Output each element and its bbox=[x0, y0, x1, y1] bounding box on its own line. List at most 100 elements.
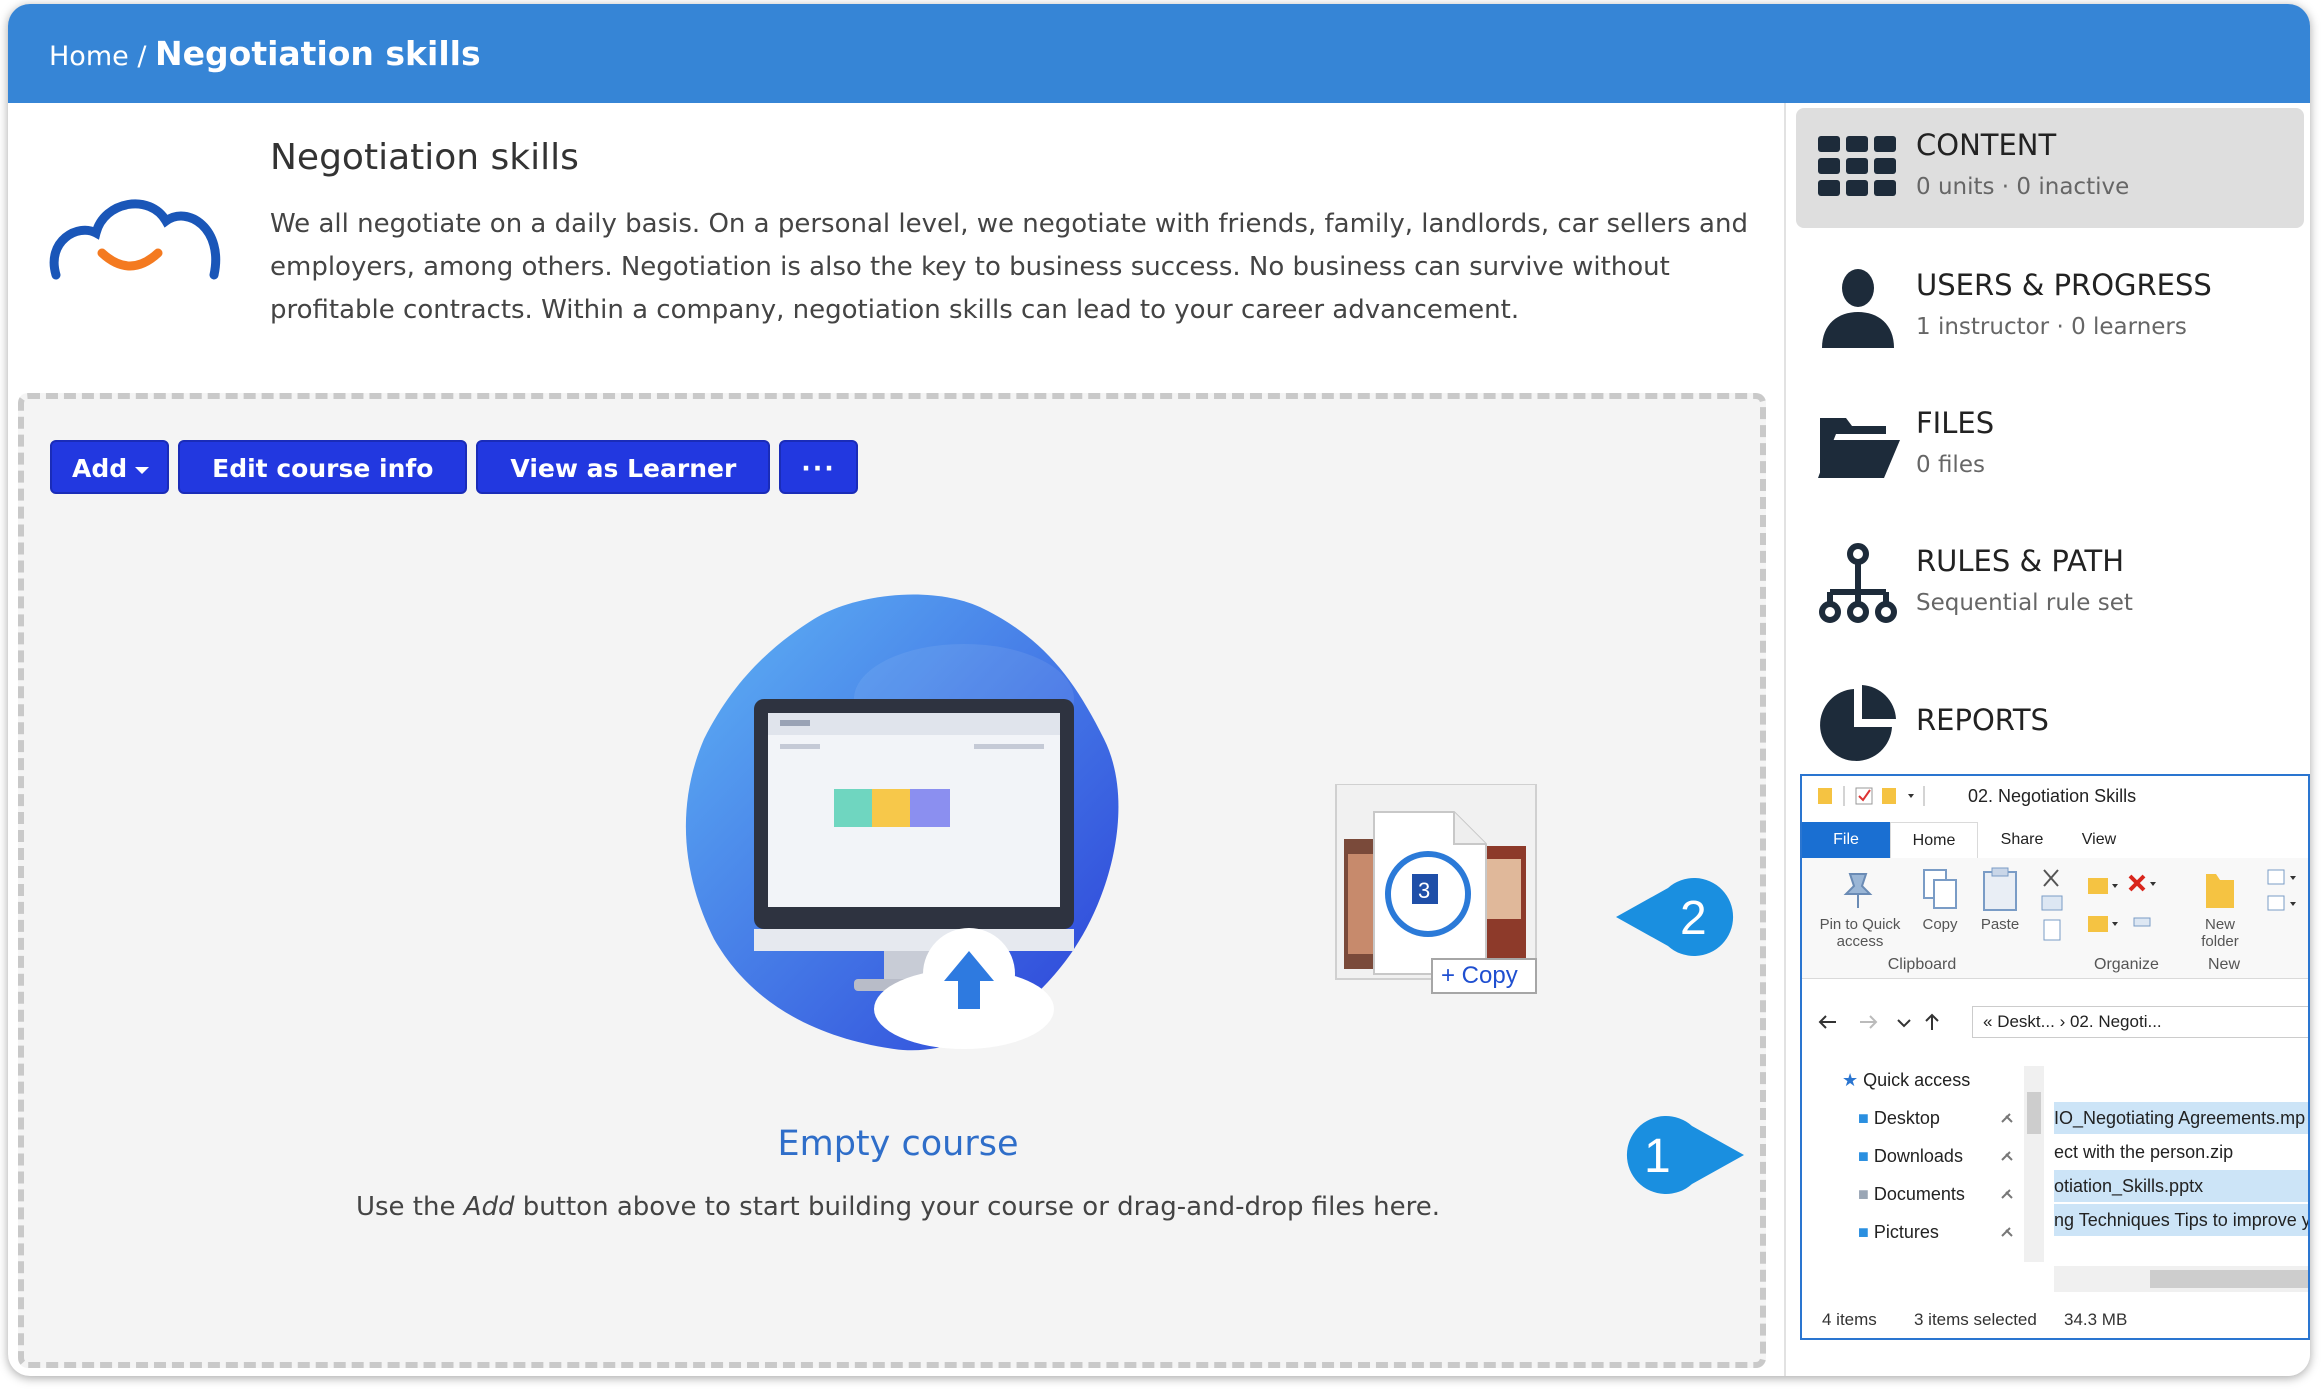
tree-item-label: Documents bbox=[1873, 1184, 1965, 1204]
view-as-learner-button[interactable]: View as Learner bbox=[476, 440, 771, 494]
callout-badge-two: 2 bbox=[1616, 878, 1736, 956]
user-icon bbox=[1822, 269, 1894, 348]
pin-label-line-1: Pin to Quick bbox=[1819, 916, 1901, 933]
star-icon: ★ bbox=[1842, 1070, 1859, 1090]
sidebar-item-users-progress[interactable]: USERS & PROGRESS 1 instructor · 0 learne… bbox=[1796, 248, 2304, 368]
cut-copypath-pasteshortcut-icons[interactable] bbox=[2038, 866, 2066, 946]
sidebar-item-subtitle: 0 units · 0 inactive bbox=[1916, 174, 2130, 200]
pictures-folder-icon: ■ bbox=[1858, 1222, 1869, 1242]
tab-home[interactable]: Home bbox=[1890, 822, 1978, 859]
pie-chart-icon bbox=[1820, 685, 1896, 761]
pin-icon[interactable] bbox=[1840, 870, 1876, 910]
empty-course-title: Empty course bbox=[777, 1124, 1019, 1164]
sidebar-item-title: REPORTS bbox=[1916, 703, 2049, 737]
address-segment-desktop[interactable]: Deskt... bbox=[1997, 1012, 2055, 1031]
sidebar-item-title: USERS & PROGRESS bbox=[1916, 268, 2212, 302]
documents-folder-icon: ■ bbox=[1858, 1184, 1869, 1204]
callout-two-number: 2 bbox=[1680, 892, 1707, 945]
ribbon-group-organize: Organize bbox=[2094, 956, 2159, 973]
sidebar-item-content[interactable]: CONTENT 0 units · 0 inactive bbox=[1796, 108, 2304, 228]
new-item-easy-access-icons[interactable] bbox=[2264, 866, 2304, 926]
breadcrumb-current: Negotiation skills bbox=[155, 34, 481, 73]
folder-icon bbox=[1818, 418, 1900, 478]
course-description: We all negotiate on a daily basis. On a … bbox=[270, 209, 1748, 325]
new-folder-line-1: New bbox=[2204, 916, 2235, 933]
status-item-count: 4 items bbox=[1822, 1310, 1877, 1329]
sidebar-item-subtitle: 1 instructor · 0 learners bbox=[1916, 314, 2187, 340]
file-row[interactable]: otiation_Skills.pptx bbox=[2054, 1170, 2308, 1202]
drag-copy-badge: + Copy bbox=[1431, 958, 1537, 994]
breadcrumb-home-link[interactable]: Home bbox=[49, 41, 129, 72]
tab-file[interactable]: File bbox=[1802, 822, 1890, 858]
scrollbar-thumb[interactable] bbox=[2150, 1270, 2308, 1288]
callout-one-number: 1 bbox=[1644, 1130, 1671, 1183]
course-cloud-logo-icon bbox=[49, 199, 221, 280]
file-row[interactable]: ng Techniques Tips to improve y bbox=[2054, 1204, 2308, 1236]
explorer-window-title: 02. Negotiation Skills bbox=[1968, 786, 2137, 806]
svg-text:3: 3 bbox=[1418, 878, 1430, 903]
paste-icon[interactable] bbox=[1980, 866, 2020, 912]
file-list-scrollbar[interactable] bbox=[2054, 1266, 2308, 1292]
address-prefix: « bbox=[1983, 1012, 1993, 1031]
ribbon-group-new: New bbox=[2208, 956, 2241, 973]
desktop-folder-icon: ■ bbox=[1858, 1108, 1869, 1128]
sidebar-item-subtitle: Sequential rule set bbox=[1916, 590, 2133, 616]
pin-to-quick-access-button[interactable]: Pin to Quick access bbox=[1810, 916, 1910, 950]
sidebar-item-title: CONTENT bbox=[1916, 128, 2057, 162]
pin-label-line-2: access bbox=[1836, 933, 1884, 950]
scrollbar-thumb[interactable] bbox=[2027, 1092, 2041, 1134]
sidebar-item-rules-path[interactable]: RULES & PATH Sequential rule set bbox=[1796, 524, 2304, 644]
move-delete-rename-icons[interactable] bbox=[2084, 870, 2184, 950]
tree-item-label: Downloads bbox=[1873, 1146, 1963, 1166]
status-selected-size: 34.3 MB bbox=[2064, 1310, 2128, 1329]
sidebar-item-files[interactable]: FILES 0 files bbox=[1796, 386, 2304, 506]
tab-view[interactable]: View bbox=[2064, 822, 2134, 858]
new-folder-line-2: folder bbox=[2201, 933, 2239, 950]
navigation-pane: ★ Quick access ■ Desktop ■ Downloads ■ D… bbox=[1802, 1056, 2032, 1270]
sidebar-item-subtitle: 0 files bbox=[1916, 452, 1985, 478]
copy-icon[interactable] bbox=[1920, 868, 1960, 912]
paste-button[interactable]: Paste bbox=[1974, 916, 2026, 933]
tree-item-desktop[interactable]: ■ Desktop bbox=[1858, 1108, 1940, 1129]
explorer-titlebar: 02. Negotiation Skills bbox=[1802, 776, 2308, 816]
more-options-button[interactable]: ··· bbox=[779, 440, 858, 494]
empty-text-before: Use the bbox=[355, 1192, 456, 1222]
sidebar-item-title: RULES & PATH bbox=[1916, 544, 2125, 578]
caret-down-icon bbox=[135, 466, 150, 474]
breadcrumb-separator: / bbox=[137, 41, 147, 72]
add-button-label: Add bbox=[72, 454, 128, 483]
quick-access-toolbar-icon[interactable] bbox=[1816, 784, 1956, 808]
empty-text-add-word: Add bbox=[463, 1192, 515, 1222]
copy-button[interactable]: Copy bbox=[1912, 916, 1968, 933]
sidebar-item-title: FILES bbox=[1916, 406, 1995, 440]
file-explorer-window: 02. Negotiation Skills File Home Share V… bbox=[1800, 774, 2310, 1340]
sidebar-item-reports[interactable]: REPORTS bbox=[1796, 663, 2304, 783]
tree-item-downloads[interactable]: ■ Downloads bbox=[1858, 1146, 1963, 1167]
address-bar[interactable]: « Deskt... › 02. Negoti... bbox=[1972, 1006, 2308, 1038]
file-row[interactable]: ect with the person.zip bbox=[2054, 1136, 2308, 1168]
explorer-status-bar: 4 items 3 items selected 34.3 MB bbox=[1802, 1302, 2308, 1338]
navigation-pane-scrollbar[interactable] bbox=[2024, 1066, 2044, 1262]
new-folder-icon[interactable] bbox=[2202, 866, 2238, 914]
tree-item-pictures[interactable]: ■ Pictures bbox=[1858, 1222, 1939, 1243]
tree-item-label: Pictures bbox=[1873, 1222, 1939, 1242]
tree-item-quick-access[interactable]: ★ Quick access bbox=[1842, 1070, 1970, 1091]
tree-item-label: Quick access bbox=[1863, 1070, 1971, 1090]
file-row[interactable]: IO_Negotiating Agreements.mp bbox=[2054, 1102, 2308, 1134]
edit-course-info-button[interactable]: Edit course info bbox=[178, 440, 468, 494]
course-title: Negotiation skills bbox=[270, 137, 579, 178]
new-folder-button[interactable]: New folder bbox=[2188, 916, 2252, 950]
hierarchy-icon bbox=[1819, 543, 1897, 623]
course-toolbar: Add Edit course info View as Learner ··· bbox=[50, 440, 858, 494]
explorer-ribbon-tabs: File Home Share View bbox=[1802, 822, 2308, 859]
tree-item-documents[interactable]: ■ Documents bbox=[1858, 1184, 1965, 1205]
empty-text-after: button above to start building your cour… bbox=[522, 1192, 1441, 1222]
empty-course-illustration-icon bbox=[685, 594, 1119, 1051]
course-main: Negotiation skills We all negotiate on a… bbox=[8, 103, 1783, 1376]
address-segment-current[interactable]: 02. Negoti... bbox=[2070, 1012, 2162, 1031]
add-button[interactable]: Add bbox=[50, 440, 170, 494]
tab-share[interactable]: Share bbox=[1982, 822, 2062, 858]
navigation-arrows-icon[interactable] bbox=[1816, 1010, 1966, 1034]
header-bar: Home / Negotiation skills bbox=[8, 4, 2310, 103]
explorer-address-row: « Deskt... › 02. Negoti... bbox=[1802, 1002, 2308, 1042]
